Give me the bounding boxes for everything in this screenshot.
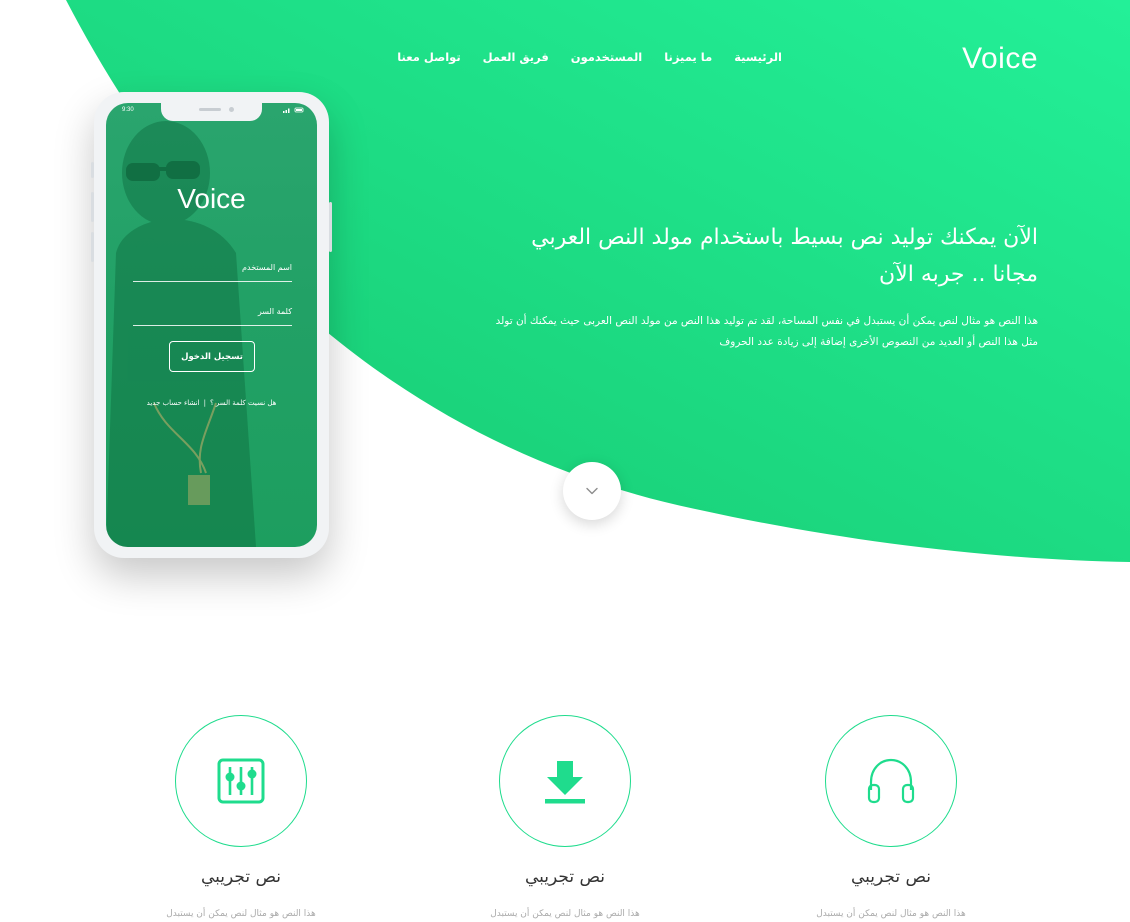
phone-power-button <box>329 202 332 252</box>
equalizer-icon <box>217 758 265 804</box>
feature-icon-circle <box>499 715 631 847</box>
phone-password-field[interactable]: كلمة السر <box>133 307 292 326</box>
nav-item-contact[interactable]: تواصل معنا <box>397 50 460 64</box>
hero-description: هذا النص هو مثال لنص يمكن أن يستبدل في ن… <box>495 315 1038 348</box>
feature-text: هذا النص هو مثال لنص يمكن أن يستبدل <box>490 909 640 919</box>
phone-username-field[interactable]: اسم المستخدم <box>133 263 292 282</box>
phone-login-button[interactable]: تسجيل الدخول <box>169 341 255 372</box>
phone-app-logo: Voice <box>177 183 246 214</box>
brand-logo[interactable]: Voice <box>962 42 1038 76</box>
nav-item-users[interactable]: المستخدمون <box>571 50 642 64</box>
signal-icon <box>283 107 304 113</box>
phone-status-time: 9:30 <box>122 107 134 113</box>
phone-screen: 9:30 Voice اسم المستخدم كلمة السر تسجيل … <box>106 103 317 547</box>
nav-item-features[interactable]: ما يميزنا <box>664 50 712 64</box>
phone-signup-link[interactable]: انشاء حساب جديد <box>147 399 200 407</box>
phone-mute-switch <box>91 162 94 178</box>
scroll-down-button[interactable] <box>563 462 621 520</box>
hero-title: الآن يمكنك توليد نص بسيط باستخدام مولد ا… <box>531 225 1038 287</box>
phone-notch <box>161 103 262 121</box>
feature-title: نص تجريبي <box>850 867 932 887</box>
phone-volume-down <box>91 232 94 262</box>
headphones-icon <box>867 758 915 804</box>
feature-title: نص تجريبي <box>524 867 606 887</box>
phone-status-icons <box>283 107 305 115</box>
feature-text: هذا النص هو مثال لنص يمكن أن يستبدل <box>166 909 316 919</box>
chevron-down-icon <box>586 487 598 495</box>
phone-forgot-password-link[interactable]: هل نسيت كلمة السر ؟ <box>210 399 276 407</box>
phone-speaker <box>199 108 221 111</box>
main-nav: الرئيسية ما يميزنا المستخدمون فريق العمل… <box>397 50 782 64</box>
download-icon <box>545 761 585 804</box>
nav-item-home[interactable]: الرئيسية <box>734 50 782 64</box>
phone-volume-up <box>91 192 94 222</box>
nav-item-team[interactable]: فريق العمل <box>483 50 549 64</box>
feature-text: هذا النص هو مثال لنص يمكن أن يستبدل <box>816 909 966 919</box>
feature-title: نص تجريبي <box>200 867 282 887</box>
feature-card-download: نص تجريبي هذا النص هو مثال لنص يمكن أن ي… <box>450 715 680 919</box>
feature-card-equalizer: نص تجريبي هذا النص هو مثال لنص يمكن أن ي… <box>126 715 356 919</box>
feature-icon-circle <box>175 715 307 847</box>
phone-account-links: هل نسيت كلمة السر ؟ |انشاء حساب جديد <box>106 399 317 407</box>
feature-card-headphones: نص تجريبي هذا النص هو مثال لنص يمكن أن ي… <box>776 715 1006 919</box>
phone-links-separator: | <box>203 399 206 407</box>
phone-mockup: 9:30 Voice اسم المستخدم كلمة السر تسجيل … <box>91 92 332 558</box>
phone-camera <box>229 107 234 112</box>
feature-icon-circle <box>825 715 957 847</box>
